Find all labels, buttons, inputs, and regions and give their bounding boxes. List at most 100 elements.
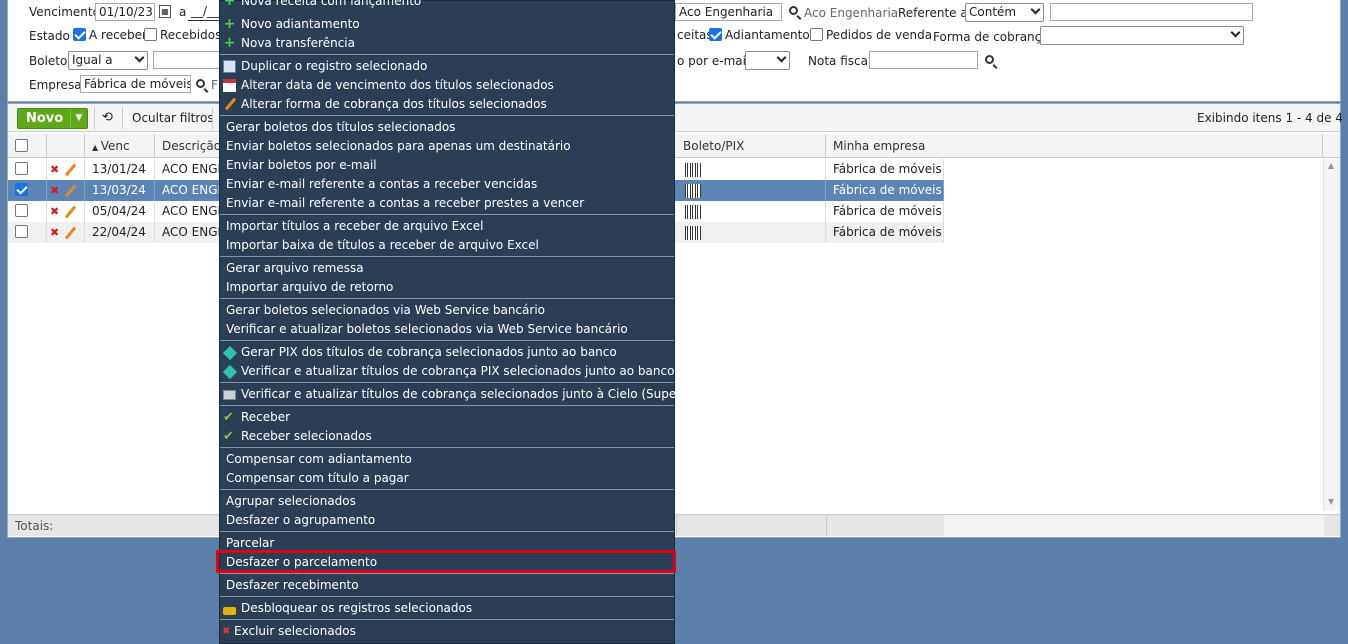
menu-item-gerar-boletos[interactable]: Gerar boletos dos títulos selecionados [220, 118, 674, 137]
menu-item-receber[interactable]: ✔ Receber [220, 408, 674, 427]
estado-recebidos[interactable]: Recebidos [144, 28, 221, 42]
checkbox-icon[interactable] [144, 28, 157, 41]
select-all-cell[interactable] [8, 134, 47, 158]
menu-divider [220, 489, 674, 490]
menu-item-gerar-boletos-ws[interactable]: Gerar boletos selecionados via Web Servi… [220, 301, 674, 320]
edit-icon[interactable] [64, 205, 77, 219]
menu-divider [220, 619, 674, 620]
menu-divider [220, 256, 674, 257]
estado-label: Estado [29, 29, 70, 43]
venc-header[interactable]: ▲ Venc [85, 134, 155, 158]
edit-icon[interactable] [64, 184, 77, 198]
checkbox-icon[interactable] [73, 28, 86, 41]
menu-item-importar-retorno[interactable]: Importar arquivo de retorno [220, 278, 674, 297]
empresa-input[interactable]: Fábrica de móveis - [80, 75, 191, 93]
menu-item-nova-receita[interactable]: + Nova receita com lançamento [220, 0, 674, 11]
search-icon[interactable] [789, 6, 798, 15]
barcode-icon[interactable] [685, 226, 701, 240]
menu-item-excluir-selecionados[interactable]: ✖ Excluir selecionados [220, 622, 674, 641]
menu-item-duplicar[interactable]: Duplicar o registro selecionado [220, 57, 674, 76]
scroll-down-icon[interactable]: ▼ [1328, 497, 1334, 506]
search-icon[interactable] [196, 79, 205, 88]
checkbox-icon[interactable] [15, 139, 28, 152]
ocultar-filtros-button[interactable]: Ocultar filtros [132, 111, 214, 125]
menu-item-label: Verificar e atualizar títulos de cobranç… [241, 364, 675, 378]
search-icon[interactable] [985, 55, 994, 64]
checkbox-icon[interactable] [810, 28, 823, 41]
menu-item-nova-transferencia[interactable]: + Nova transferência [220, 34, 674, 53]
scroll-up-icon[interactable]: ▲ [1328, 161, 1334, 170]
chevron-down-icon[interactable]: ▼ [70, 109, 87, 128]
referente-select[interactable]: Contém [965, 3, 1044, 22]
delete-icon[interactable]: ✖ [50, 201, 59, 222]
refresh-icon[interactable]: ⟲ [102, 110, 113, 125]
pix-icon [222, 364, 238, 380]
row-select-cell[interactable] [8, 159, 47, 180]
row-select-cell[interactable] [8, 201, 47, 222]
vencimento-to-input[interactable]: __/__ [188, 3, 221, 21]
delete-icon[interactable]: ✖ [50, 222, 59, 243]
checkbox-icon[interactable] [709, 28, 722, 41]
checkbox-icon[interactable] [15, 162, 28, 175]
menu-item-novo-adiantamento[interactable]: + Novo adiantamento [220, 15, 674, 34]
descricao-header[interactable]: Descrição [155, 134, 221, 158]
menu-item-desfazer-agrupamento[interactable]: Desfazer o agrupamento [220, 511, 674, 530]
menu-item-receber-selecionados[interactable]: ✔ Receber selecionados [220, 427, 674, 446]
novo-button[interactable]: Novo ▼ [17, 108, 88, 129]
menu-divider [220, 405, 674, 406]
menu-item-label: Alterar forma de cobrança dos títulos se… [241, 97, 547, 111]
totals-empty-area [944, 515, 1324, 536]
edit-icon[interactable] [64, 226, 77, 240]
menu-item-desfazer-recebimento[interactable]: Desfazer recebimento [220, 576, 674, 595]
cliente-display: Aco Engenharia [804, 6, 899, 20]
barcode-icon[interactable] [685, 205, 701, 219]
menu-item-email-prestes-vencer[interactable]: Enviar e-mail referente a contas a receb… [220, 194, 674, 213]
menu-item-verificar-cielo[interactable]: Verificar e atualizar títulos de cobranç… [220, 385, 714, 404]
tipo-adiantamentos[interactable]: Adiantamentos [709, 28, 816, 42]
delete-icon[interactable]: ✖ [50, 159, 59, 180]
estado-a-receber[interactable]: A receber [73, 28, 147, 42]
vencimento-from-input[interactable]: 01/10/23 [95, 3, 155, 21]
edit-icon[interactable] [64, 163, 77, 177]
menu-item-compensar-titulo-pagar[interactable]: Compensar com título a pagar [220, 469, 674, 488]
menu-item-enviar-boletos-destinatario[interactable]: Enviar boletos selecionados para apenas … [220, 137, 674, 156]
nota-fiscal-input[interactable] [869, 51, 978, 69]
menu-divider [220, 115, 674, 116]
email-select[interactable] [745, 51, 790, 70]
menu-divider [220, 447, 674, 448]
tipo-pedidos[interactable]: Pedidos de venda [810, 28, 932, 42]
boleto-select[interactable]: Igual a [68, 51, 148, 70]
forma-cobranca-select[interactable] [1040, 26, 1244, 45]
barcode-icon[interactable] [685, 184, 701, 198]
menu-item-email-vencidas[interactable]: Enviar e-mail referente a contas a receb… [220, 175, 674, 194]
calendar-icon[interactable]: ▦ [159, 5, 171, 18]
plus-icon: + [223, 16, 236, 32]
menu-item-verificar-boletos-ws[interactable]: Verificar e atualizar boletos selecionad… [220, 320, 674, 339]
actions-menu: + Nova receita com lançamento + Novo adian… [219, 0, 714, 644]
boleto-header[interactable]: Boleto/PIX [676, 134, 826, 158]
menu-item-compensar-adiantamento[interactable]: Compensar com adiantamento [220, 450, 674, 469]
menu-item-importar-baixa-excel[interactable]: Importar baixa de títulos a receber de a… [220, 236, 674, 255]
barcode-icon[interactable] [685, 163, 701, 177]
menu-item-label: Nova receita com lançamento [241, 0, 422, 8]
menu-item-gerar-remessa[interactable]: Gerar arquivo remessa [220, 259, 674, 278]
cliente-input[interactable]: Aco Engenharia [675, 3, 782, 21]
menu-item-importar-titulos-excel[interactable]: Importar títulos a receber de arquivo Ex… [220, 217, 674, 236]
checkbox-icon[interactable] [15, 204, 28, 217]
menu-item-alterar-forma-cobranca[interactable]: Alterar forma de cobrança dos títulos se… [220, 95, 674, 114]
menu-item-enviar-boletos-email[interactable]: Enviar boletos por e-mail [220, 156, 674, 175]
menu-item-gerar-pix[interactable]: Gerar PIX dos títulos de cobrança seleci… [220, 343, 674, 362]
empresa-header[interactable]: Minha empresa [826, 134, 1323, 158]
boleto-input[interactable] [153, 51, 223, 69]
checkbox-icon[interactable] [15, 225, 28, 238]
menu-item-verificar-pix[interactable]: Verificar e atualizar títulos de cobranç… [220, 362, 674, 381]
row-select-cell[interactable] [8, 222, 47, 243]
vertical-scrollbar[interactable]: ▲ ▼ [1323, 159, 1340, 511]
referente-input[interactable] [1050, 3, 1253, 21]
delete-icon[interactable]: ✖ [50, 180, 59, 201]
checkbox-icon[interactable] [15, 183, 28, 196]
menu-item-agrupar[interactable]: Agrupar selecionados [220, 492, 674, 511]
row-select-cell[interactable] [8, 180, 47, 201]
menu-item-alterar-vencimento[interactable]: Alterar data de vencimento dos títulos s… [220, 76, 674, 95]
menu-item-desbloquear[interactable]: Desbloquear os registros selecionados [220, 599, 674, 618]
